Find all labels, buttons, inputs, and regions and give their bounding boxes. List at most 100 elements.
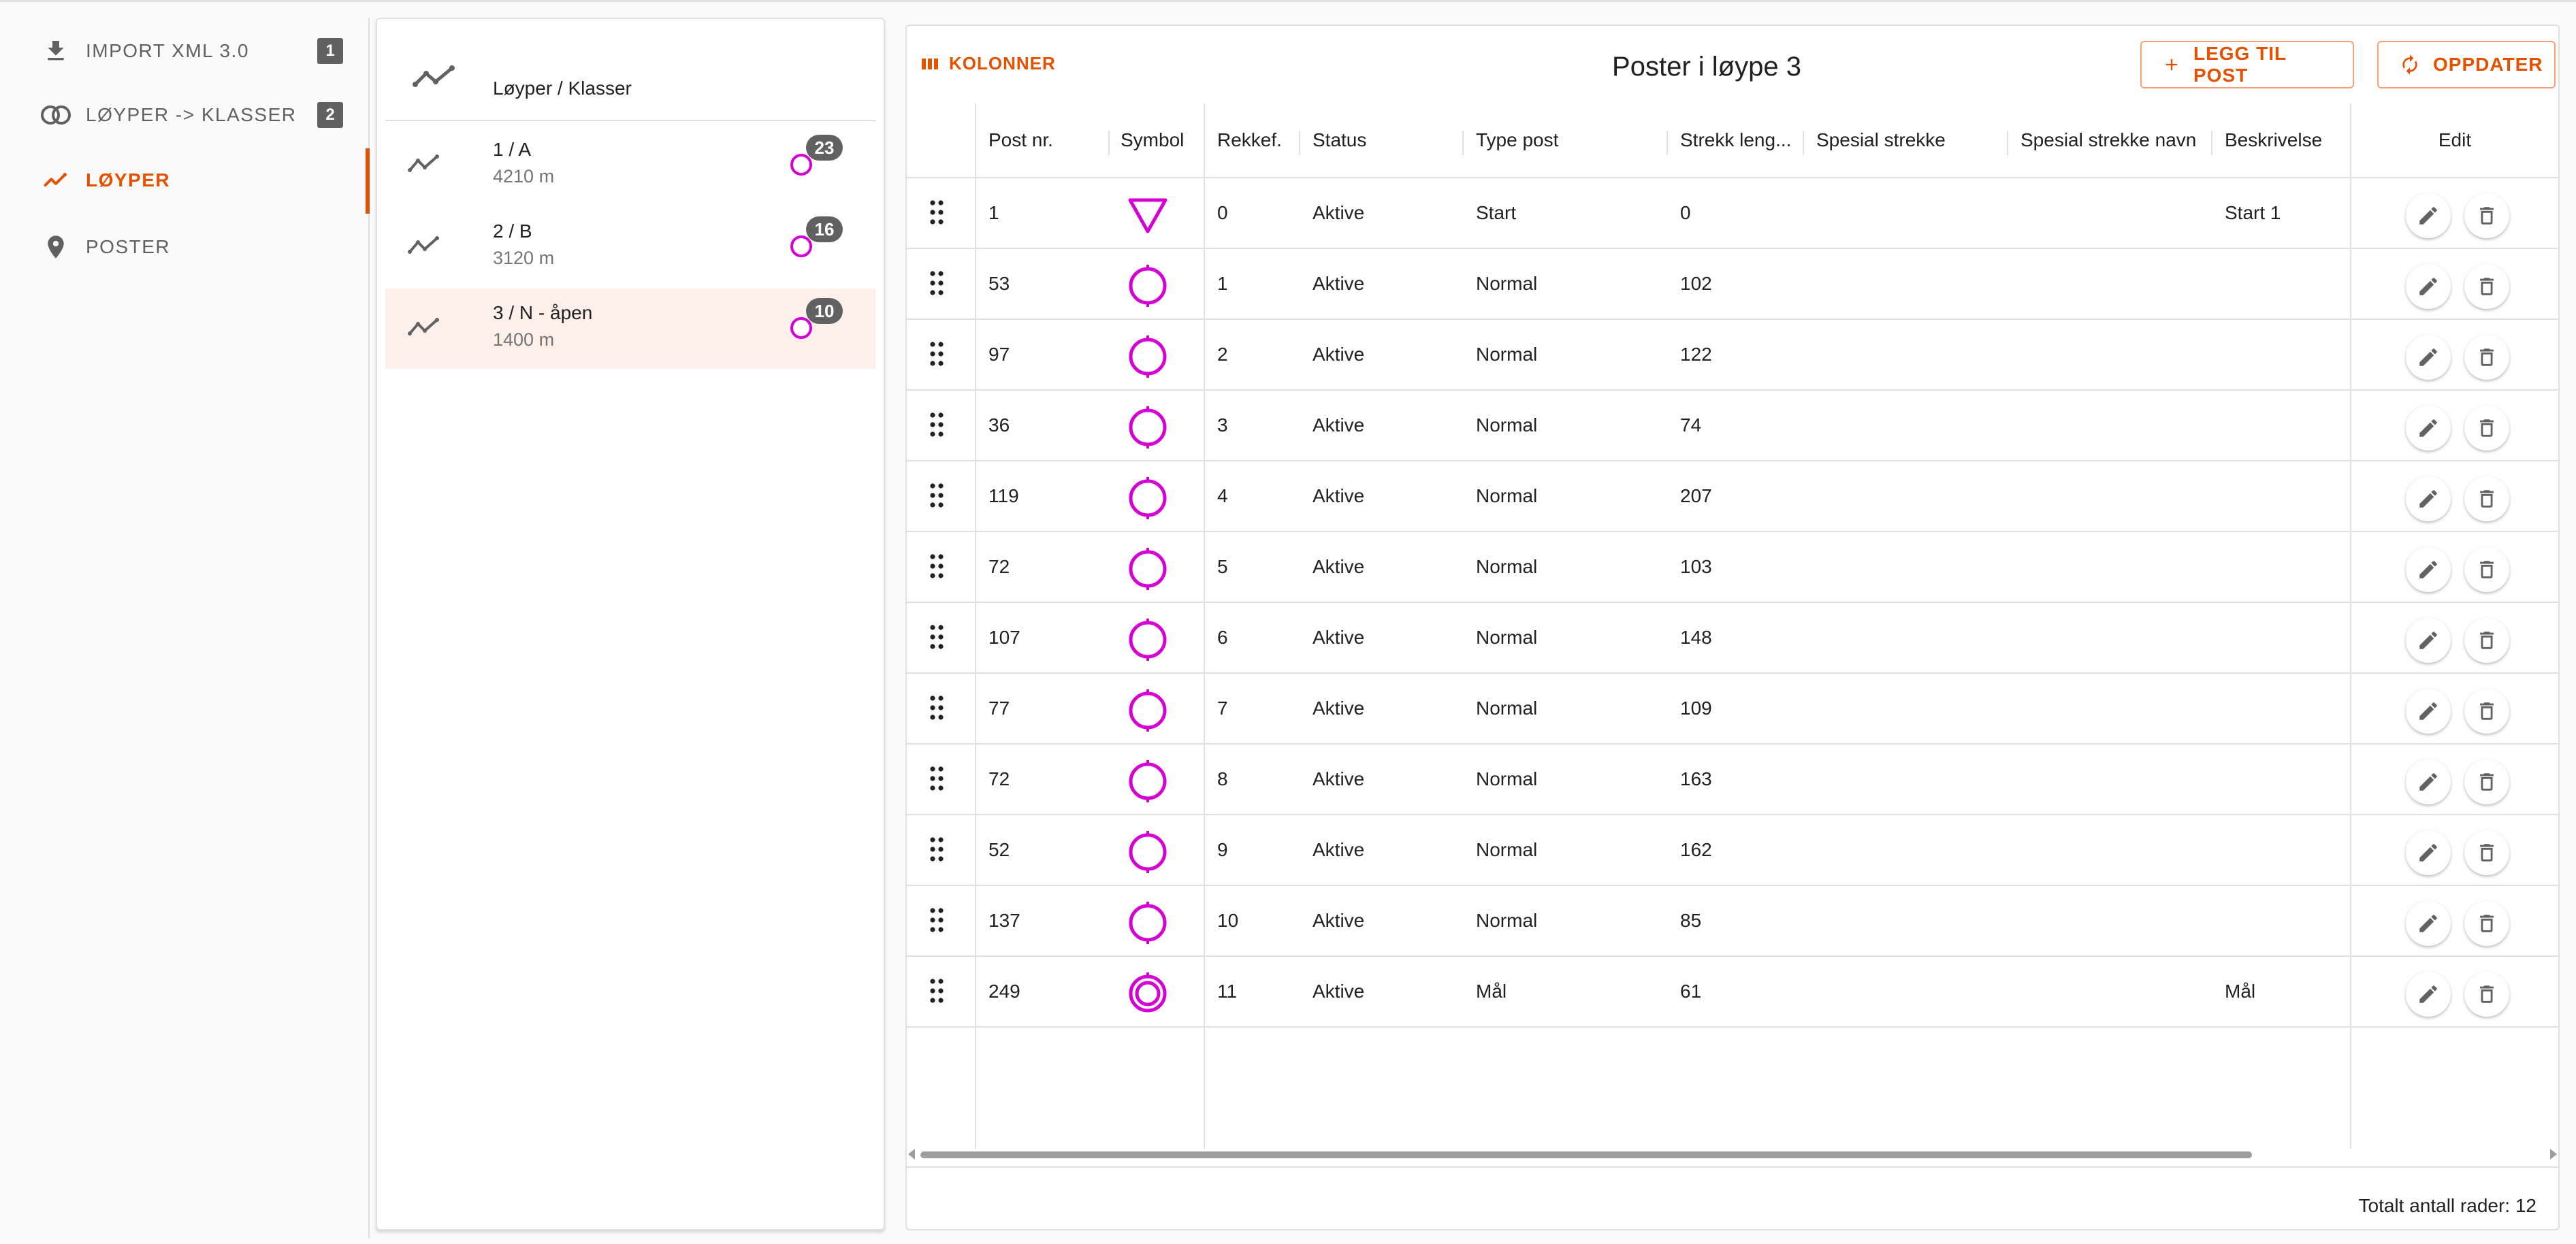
edit-button[interactable]	[2406, 547, 2451, 592]
column-header-special-name[interactable]: Spesial strekke navn	[2007, 103, 2211, 177]
table-row[interactable]: 1 0 Aktive Start 0 Start 1	[907, 178, 2558, 249]
refresh-icon	[2399, 54, 2421, 76]
delete-button[interactable]	[2464, 264, 2509, 309]
horizontal-scrollbar-thumb[interactable]	[920, 1151, 2252, 1158]
delete-button[interactable]	[2464, 901, 2509, 946]
delete-button[interactable]	[2464, 759, 2509, 804]
drag-handle-icon[interactable]	[929, 482, 945, 509]
column-resize-handle[interactable]	[1803, 131, 1804, 155]
route-item-1[interactable]: 1 / A 4210 m 23	[385, 125, 875, 206]
edit-button[interactable]	[2406, 193, 2451, 238]
delete-button[interactable]	[2464, 618, 2509, 663]
pencil-icon	[2417, 416, 2440, 440]
edit-button[interactable]	[2406, 335, 2451, 380]
nav-item-import[interactable]: IMPORT XML 3.0 1	[0, 19, 368, 83]
column-header-post-nr[interactable]: Post nr.	[975, 103, 1108, 177]
column-header-order[interactable]: Rekkef.	[1204, 103, 1299, 177]
refresh-button[interactable]: OPPDATER	[2377, 41, 2556, 88]
column-resize-handle[interactable]	[1667, 131, 1668, 155]
drag-handle-icon[interactable]	[929, 199, 945, 226]
delete-button[interactable]	[2464, 689, 2509, 734]
delete-button[interactable]	[2464, 406, 2509, 451]
table-row[interactable]: 36 3 Aktive Normal 74	[907, 391, 2558, 461]
trash-icon	[2475, 983, 2498, 1006]
cell-status: Aktive	[1313, 273, 1365, 294]
column-resize-handle[interactable]	[1108, 131, 1110, 155]
edit-button[interactable]	[2406, 830, 2451, 875]
table-row[interactable]: 137 10 Aktive Normal 85	[907, 886, 2558, 957]
route-item-2[interactable]: 2 / B 3120 m 16	[385, 207, 875, 287]
column-header-symbol[interactable]: Symbol	[1108, 103, 1204, 177]
edit-button[interactable]	[2406, 901, 2451, 946]
column-header-length[interactable]: Strekk leng...	[1667, 103, 1803, 177]
scroll-left-arrow[interactable]	[908, 1149, 915, 1160]
delete-button[interactable]	[2464, 547, 2509, 592]
route-item-3[interactable]: 3 / N - åpen 1400 m 10	[385, 289, 875, 369]
edit-button[interactable]	[2406, 972, 2451, 1017]
table-row[interactable]: 77 7 Aktive Normal 109	[907, 674, 2558, 744]
drag-handle-icon[interactable]	[929, 977, 945, 1004]
table-row[interactable]: 119 4 Aktive Normal 207	[907, 461, 2558, 532]
pencil-icon	[2417, 558, 2440, 581]
cell-type: Normal	[1476, 910, 1538, 931]
drag-handle-icon[interactable]	[929, 836, 945, 863]
table-row[interactable]: 52 9 Aktive Normal 162	[907, 815, 2558, 886]
route-length: 1400 m	[493, 329, 555, 350]
table-row[interactable]: 53 1 Aktive Normal 102	[907, 249, 2558, 320]
drag-handle-icon[interactable]	[929, 269, 945, 297]
edit-button[interactable]	[2406, 264, 2451, 309]
columns-button[interactable]: KOLONNER	[920, 53, 1056, 74]
delete-button[interactable]	[2464, 335, 2509, 380]
cell-length: 74	[1680, 414, 1702, 436]
cell-order: 8	[1217, 768, 1228, 789]
edit-button[interactable]	[2406, 689, 2451, 734]
edit-button[interactable]	[2406, 618, 2451, 663]
control-circle-icon	[1129, 760, 1167, 802]
drag-handle-icon[interactable]	[929, 623, 945, 651]
columns-icon	[920, 56, 939, 72]
delete-button[interactable]	[2464, 476, 2509, 521]
cell-status: Aktive	[1313, 414, 1365, 436]
column-header-status[interactable]: Status	[1299, 103, 1462, 177]
control-circle-icon	[1129, 406, 1167, 448]
routes-panel-header: Løyper / Klasser	[385, 35, 875, 121]
table-row[interactable]: 249 11 Aktive Mål 61 Mål	[907, 957, 2558, 1028]
pencil-icon	[2417, 629, 2440, 652]
add-post-button[interactable]: LEGG TIL POST	[2140, 41, 2354, 88]
delete-button[interactable]	[2464, 830, 2509, 875]
column-resize-handle[interactable]	[2211, 131, 2212, 155]
drag-handle-icon[interactable]	[929, 906, 945, 934]
edit-button[interactable]	[2406, 406, 2451, 451]
cell-special	[1803, 886, 2007, 955]
delete-button[interactable]	[2464, 193, 2509, 238]
nav-item-loyper-klasser[interactable]: LØYPER -> KLASSER 2	[0, 83, 368, 147]
scroll-right-arrow[interactable]	[2550, 1149, 2557, 1160]
delete-button[interactable]	[2464, 972, 2509, 1017]
column-resize-handle[interactable]	[1299, 131, 1300, 155]
drag-handle-icon[interactable]	[929, 340, 945, 367]
table-row[interactable]: 107 6 Aktive Normal 148	[907, 603, 2558, 674]
table-row[interactable]: 97 2 Aktive Normal 122	[907, 320, 2558, 391]
column-header-type[interactable]: Type post	[1462, 103, 1667, 177]
column-header-special[interactable]: Spesial strekke	[1803, 103, 2007, 177]
drag-handle-icon[interactable]	[929, 765, 945, 792]
column-resize-handle[interactable]	[1462, 131, 1464, 155]
edit-button[interactable]	[2406, 759, 2451, 804]
trash-icon	[2475, 275, 2498, 298]
nav-item-loyper[interactable]: LØYPER	[0, 148, 368, 212]
drag-handle-icon[interactable]	[929, 694, 945, 721]
column-resize-handle[interactable]	[2007, 131, 2008, 155]
route-icon	[407, 314, 441, 342]
edit-button[interactable]	[2406, 476, 2451, 521]
column-header-description[interactable]: Beskrivelse	[2211, 103, 2350, 177]
nav-item-poster[interactable]: POSTER	[0, 215, 368, 279]
drag-handle-icon[interactable]	[929, 553, 945, 580]
drag-handle-icon[interactable]	[929, 411, 945, 438]
cell-special-name	[2007, 391, 2211, 460]
cell-status: Aktive	[1313, 627, 1365, 648]
table-row[interactable]: 72 8 Aktive Normal 163	[907, 744, 2558, 815]
control-circle-icon	[1129, 902, 1167, 944]
nav-item-label: LØYPER -> KLASSER	[86, 104, 297, 125]
table-row[interactable]: 72 5 Aktive Normal 103	[907, 532, 2558, 603]
cell-type: Mål	[1476, 981, 1507, 1002]
